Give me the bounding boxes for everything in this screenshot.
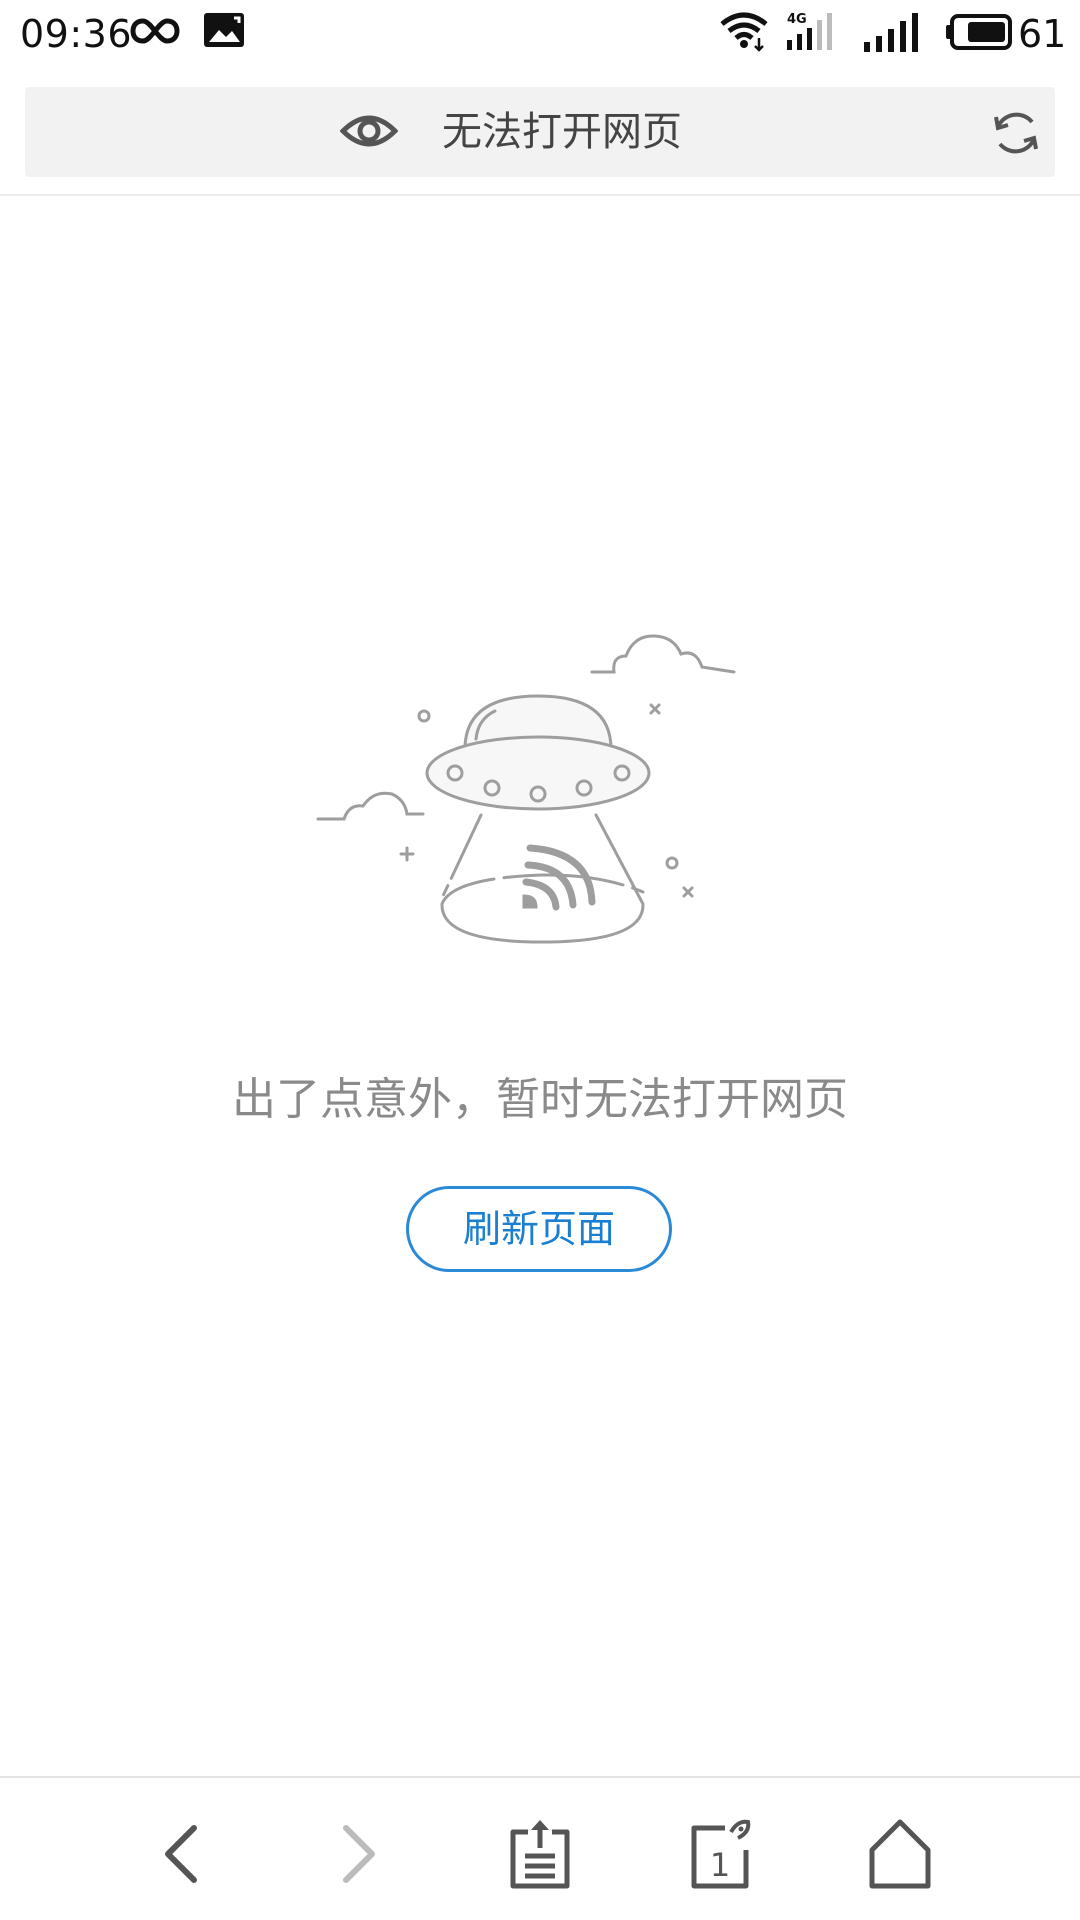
signal-icon — [864, 13, 918, 52]
tabs-icon[interactable]: 1 — [680, 1814, 760, 1894]
forward-icon[interactable] — [320, 1814, 400, 1894]
battery-icon — [946, 14, 1012, 50]
gallery-icon — [204, 13, 244, 47]
address-bar[interactable]: 无法打开网页 — [25, 87, 1055, 177]
tab-count: 1 — [710, 1846, 730, 1884]
share-icon[interactable] — [500, 1814, 580, 1894]
wifi-icon — [720, 12, 768, 52]
network-type-label: 4G — [787, 12, 807, 27]
back-icon[interactable] — [140, 1814, 220, 1894]
browser-screen: 09:36 4G 61 无法打开网页 出了点意外，暂时无法打开网页 刷新页面 1 — [0, 0, 1080, 1920]
refresh-page-button[interactable]: 刷新页面 — [406, 1186, 672, 1272]
page-title: 无法打开网页 — [442, 109, 682, 155]
status-time: 09:36 — [20, 12, 133, 56]
refresh-icon[interactable] — [990, 107, 1042, 159]
home-icon[interactable] — [860, 1814, 940, 1894]
error-message: 出了点意外，暂时无法打开网页 — [232, 1074, 848, 1125]
bottom-toolbar: 1 — [0, 1778, 1080, 1920]
battery-level: 61 — [1018, 12, 1067, 56]
4g-signal-icon: 4G — [787, 12, 832, 50]
header-divider — [0, 194, 1080, 196]
eye-icon[interactable] — [340, 107, 398, 155]
status-bar: 09:36 4G 61 — [0, 0, 1080, 72]
infinity-icon — [130, 18, 180, 44]
ufo-illustration — [316, 634, 736, 944]
